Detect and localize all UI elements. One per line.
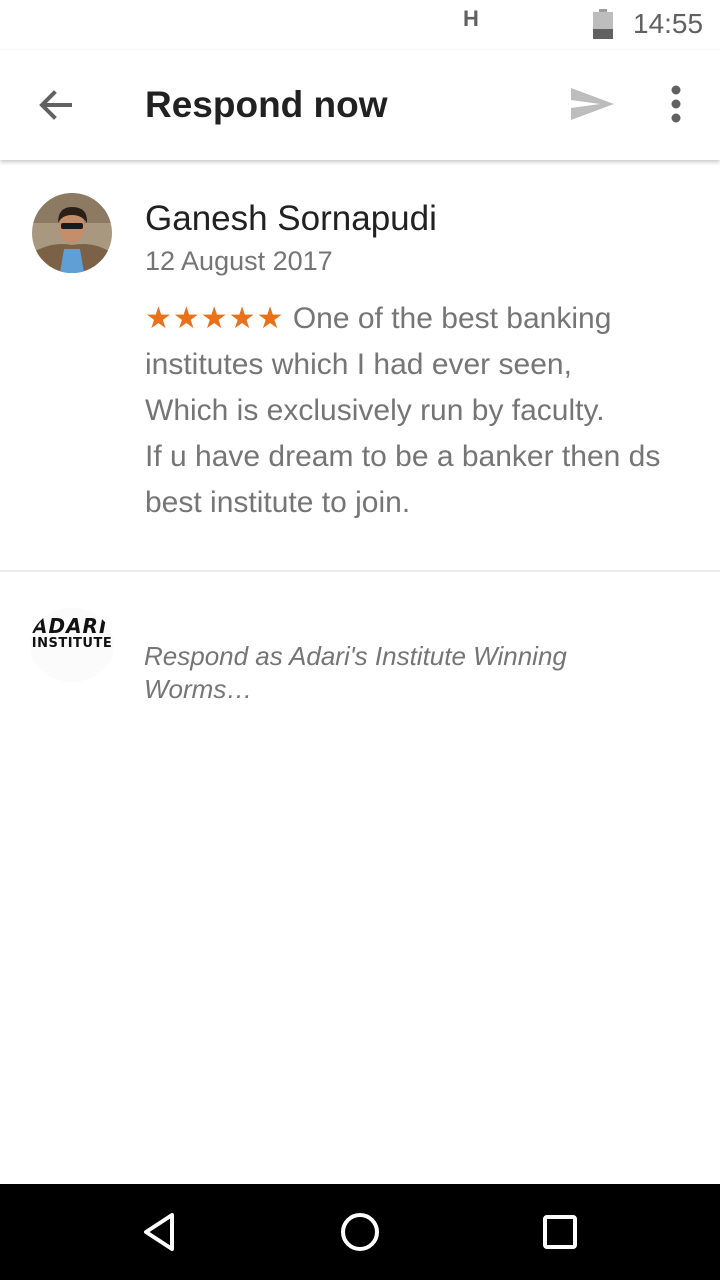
send-button[interactable] — [566, 80, 618, 128]
respond-input[interactable]: Respond as Adari's Institute Winning Wor… — [144, 640, 624, 706]
review-line-1: ★★★★★ One of the best banking — [145, 296, 705, 342]
back-button[interactable] — [30, 83, 82, 127]
review-text-line: Which is exclusively run by faculty. — [145, 394, 605, 427]
home-circle-icon — [341, 1213, 379, 1251]
logo-text-bottom: INSTITUTE — [31, 636, 113, 651]
status-time: 14:55 — [633, 8, 704, 39]
more-options-button[interactable] — [656, 80, 696, 128]
reviewer-name: Ganesh Sornapudi — [145, 199, 437, 238]
reviewer-photo — [32, 193, 112, 273]
battery-icon — [593, 9, 613, 39]
back-triangle-icon — [144, 1213, 174, 1251]
review-text-line: If u have dream to be a banker then ds — [145, 440, 661, 473]
network-type-icon: H — [463, 6, 479, 31]
logo-text-top: ADARI'S — [32, 614, 114, 638]
send-icon — [571, 88, 614, 120]
review-text-line: institutes which I had ever seen, — [145, 348, 572, 381]
review-text-line: One of the best banking — [292, 302, 612, 335]
recents-square-icon — [543, 1215, 577, 1249]
star-rating: ★★★★★ — [145, 302, 285, 335]
review-card: Ganesh Sornapudi 12 August 2017 ★★★★★ On… — [0, 160, 720, 571]
avatar — [32, 193, 112, 273]
review-date: 12 August 2017 — [145, 246, 333, 276]
more-vert-icon — [671, 85, 681, 123]
nav-home-button[interactable] — [336, 1208, 384, 1256]
page-title: Respond now — [145, 84, 388, 125]
nav-recents-button[interactable] — [536, 1208, 584, 1256]
business-logo: ADARI'S INSTITUTE — [30, 608, 114, 682]
nav-back-button[interactable] — [136, 1208, 184, 1256]
respond-placeholder-line: Respond as Adari's Institute Winning — [144, 641, 567, 671]
review-text: ★★★★★ One of the best banking institutes… — [145, 296, 705, 526]
status-bar: H 14:55 — [0, 0, 720, 50]
respond-placeholder-line: Worms… — [144, 674, 253, 704]
review-text-line: best institute to join. — [145, 486, 411, 519]
navigation-bar — [0, 1184, 720, 1280]
app-bar: Respond now — [0, 50, 720, 160]
back-arrow-icon — [39, 90, 72, 120]
respond-section: ADARI'S INSTITUTE Respond as Adari's Ins… — [0, 572, 720, 732]
